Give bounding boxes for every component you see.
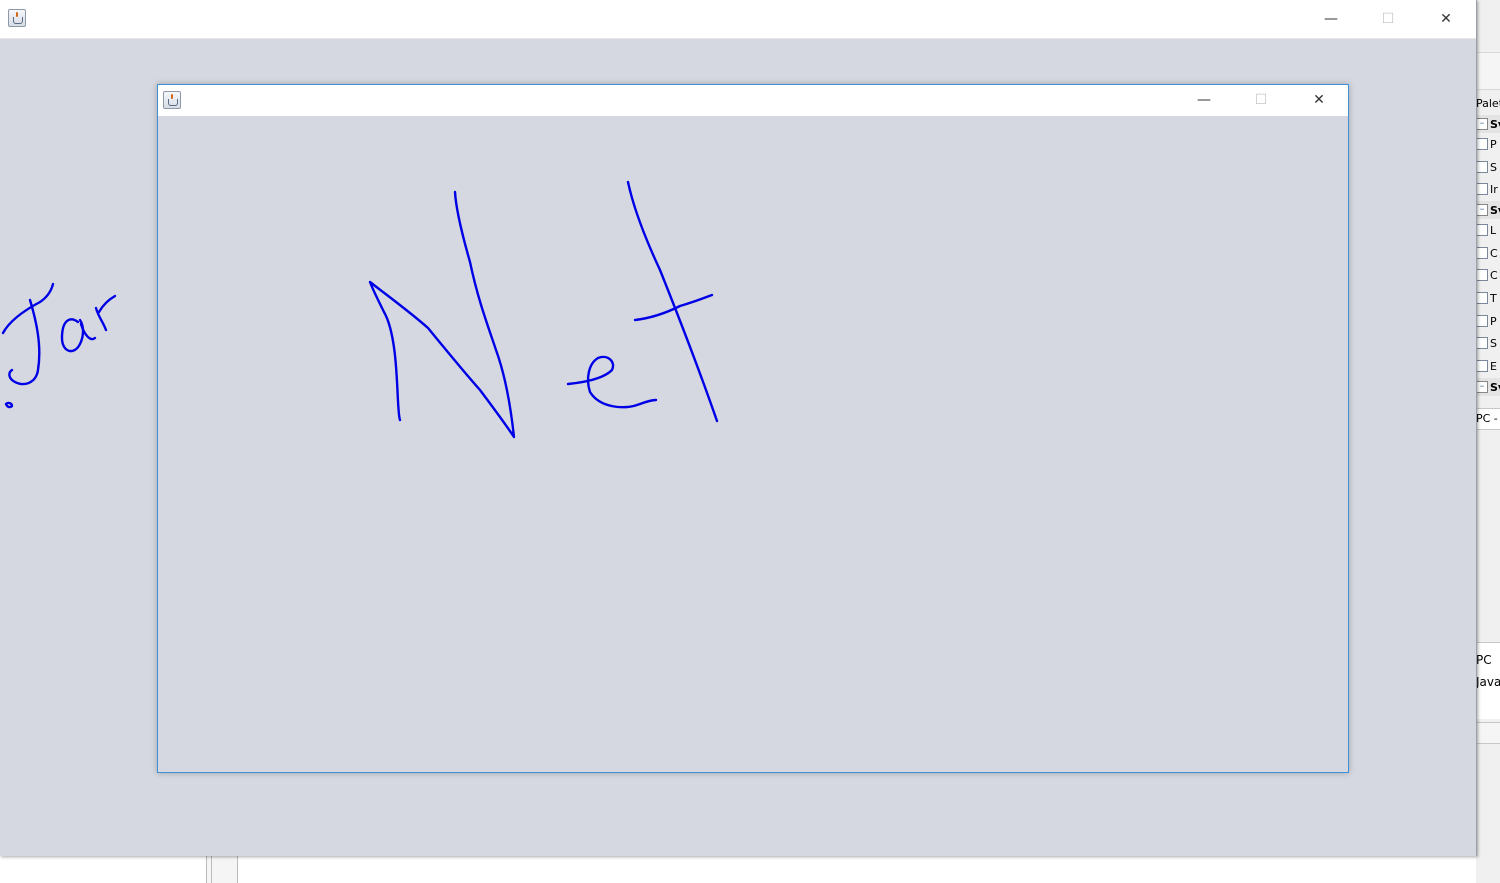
lower-panel-line: Java xyxy=(1476,675,1500,689)
java-app-icon xyxy=(8,9,26,27)
palette-item-label: E xyxy=(1490,359,1497,373)
ide-toolbar-band xyxy=(1476,52,1500,90)
java-app-icon xyxy=(163,91,181,109)
minimize-button[interactable]: — xyxy=(1308,1,1354,37)
ide-lower-band xyxy=(1476,722,1500,744)
label-icon xyxy=(1476,224,1488,236)
palette-item-label: L xyxy=(1490,223,1497,237)
palette-title: Palet xyxy=(1476,97,1500,110)
password-icon xyxy=(1476,315,1488,327)
handwriting-stroke-dot xyxy=(4,401,14,409)
palette-item-label: T xyxy=(1490,291,1497,305)
background-window-fragment xyxy=(206,856,238,883)
palette-item-label: S xyxy=(1490,160,1497,174)
palette-item[interactable]: P xyxy=(1476,135,1497,153)
palette-item[interactable]: E xyxy=(1476,357,1497,375)
palette-item-label: Ir xyxy=(1490,182,1498,196)
palette-item[interactable]: P xyxy=(1476,312,1497,330)
ide-lower-panel: PC Java xyxy=(1476,642,1500,719)
handwriting-stroke-a xyxy=(60,318,97,353)
inner-window: — ☐ ✕ xyxy=(157,84,1349,773)
handwriting-stroke-e xyxy=(566,355,658,409)
palette-item[interactable]: L xyxy=(1476,221,1496,239)
minus-icon: − xyxy=(1476,204,1488,216)
outer-titlebar[interactable]: — ☐ ✕ xyxy=(0,0,1476,39)
palette-category-header[interactable]: −Sv xyxy=(1476,378,1500,396)
property-field[interactable]: PC - xyxy=(1476,408,1500,430)
close-button[interactable]: ✕ xyxy=(1296,82,1342,118)
split-icon xyxy=(1476,161,1488,173)
handwriting-stroke-t-vertical xyxy=(626,180,719,423)
panel-icon xyxy=(1476,138,1488,150)
outer-window: — ☐ ✕ — ☐ ✕ xyxy=(0,0,1477,856)
close-button[interactable]: ✕ xyxy=(1423,1,1469,37)
handwriting-stroke-j xyxy=(1,282,55,386)
minimize-button[interactable]: — xyxy=(1181,82,1227,118)
palette-item-label: C xyxy=(1490,246,1498,260)
palette-item-label: P xyxy=(1490,137,1497,151)
combo-icon xyxy=(1476,247,1488,259)
frame-icon xyxy=(1476,183,1488,195)
palette-item[interactable]: S xyxy=(1476,334,1497,352)
palette-item[interactable]: T xyxy=(1476,289,1497,307)
palette-item-label: S xyxy=(1490,336,1497,350)
outer-drawing-canvas[interactable] xyxy=(0,39,160,459)
editor-icon xyxy=(1476,360,1488,372)
palette-item-label: Sv xyxy=(1490,117,1500,131)
maximize-button[interactable]: ☐ xyxy=(1238,82,1284,118)
maximize-button[interactable]: ☐ xyxy=(1365,1,1411,37)
palette-item[interactable]: C xyxy=(1476,266,1498,284)
palette-item[interactable]: S xyxy=(1476,158,1497,176)
palette-item-label: Sv xyxy=(1490,203,1500,217)
palette-category-header[interactable]: −Sv xyxy=(1476,201,1500,219)
palette-category-header[interactable]: −Sv xyxy=(1476,115,1500,133)
palette-item-label: P xyxy=(1490,314,1497,328)
palette-item[interactable]: Ir xyxy=(1476,180,1498,198)
handwriting-stroke-r xyxy=(94,294,117,332)
palette-item-label: C xyxy=(1490,268,1498,282)
minus-icon: − xyxy=(1476,118,1488,130)
text-icon xyxy=(1476,292,1488,304)
inner-drawing-canvas[interactable] xyxy=(158,116,1348,772)
minus-icon: − xyxy=(1476,381,1488,393)
ide-background-panel: Palet −SvPSIr−SvLCCTPSE−Sv PC - PC Java xyxy=(1476,0,1500,883)
palette-item[interactable]: C xyxy=(1476,244,1498,262)
spinner-icon xyxy=(1476,337,1488,349)
handwriting-stroke-t-cross xyxy=(633,293,714,322)
check-icon xyxy=(1476,269,1488,281)
inner-titlebar[interactable]: — ☐ ✕ xyxy=(158,85,1348,116)
lower-panel-line: PC xyxy=(1476,653,1492,667)
handwriting-stroke-n xyxy=(368,190,516,439)
palette-item-label: Sv xyxy=(1490,380,1500,394)
